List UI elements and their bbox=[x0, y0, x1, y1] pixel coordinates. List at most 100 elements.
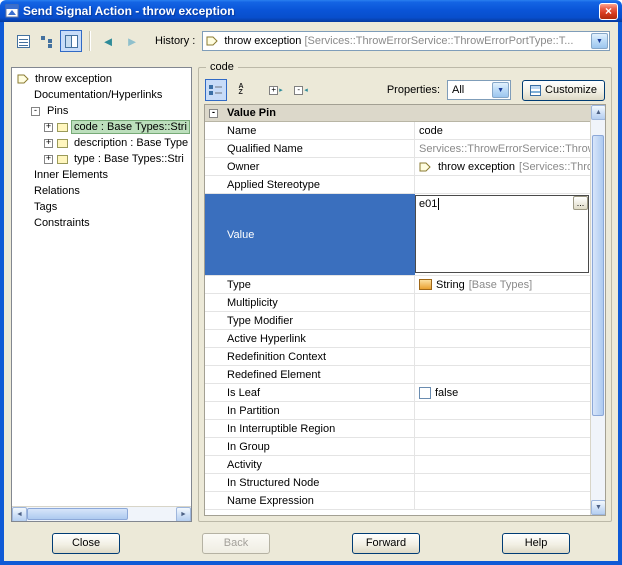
prop-row-qualified-name: Qualified Name Services::ThrowErrorServi… bbox=[205, 140, 590, 158]
activity-value-cell[interactable] bbox=[415, 456, 590, 473]
prop-row-active-hyperlink: Active Hyperlink bbox=[205, 330, 590, 348]
tree-item-code-pin[interactable]: code : Base Types::Stri bbox=[12, 119, 191, 135]
history-dropdown-button[interactable]: ▼ bbox=[591, 33, 608, 49]
pin-icon bbox=[57, 123, 68, 132]
chevron-down-icon: ▼ bbox=[596, 38, 603, 45]
back-arrow-icon: ◄ bbox=[102, 34, 115, 49]
prop-row-in-structured-node: In Structured Node bbox=[205, 474, 590, 492]
tree-item-documentation[interactable]: Documentation/Hyperlinks bbox=[12, 87, 191, 103]
owner-value-cell[interactable]: throw exception [Services::Thro... bbox=[415, 158, 590, 175]
in-group-value-cell[interactable] bbox=[415, 438, 590, 455]
value-cell[interactable]: e01 ... bbox=[415, 194, 590, 275]
history-value: throw exception [Services::ThrowErrorSer… bbox=[224, 35, 573, 47]
value-ellipsis-button[interactable]: ... bbox=[573, 196, 588, 210]
tree-view-icon bbox=[41, 35, 54, 48]
type-value-cell[interactable]: String [Base Types] bbox=[415, 276, 590, 293]
type-modifier-value-cell[interactable] bbox=[415, 312, 590, 329]
scrollbar-thumb[interactable] bbox=[27, 508, 128, 520]
properties-dropdown-button[interactable]: ▼ bbox=[492, 82, 509, 98]
prop-row-activity: Activity bbox=[205, 456, 590, 474]
window-icon bbox=[5, 4, 19, 18]
collapse-icon[interactable] bbox=[209, 109, 218, 118]
element-tree: throw exception Documentation/Hyperlinks… bbox=[12, 68, 191, 231]
history-combobox[interactable]: throw exception [Services::ThrowErrorSer… bbox=[202, 31, 610, 51]
value-editor[interactable]: e01 bbox=[415, 195, 589, 273]
qualified-name-value-cell[interactable]: Services::ThrowErrorService::Throw... bbox=[415, 140, 590, 157]
send-signal-action-icon bbox=[17, 74, 29, 84]
prop-row-is-leaf: Is Leaf false bbox=[205, 384, 590, 402]
tree-item-type-pin[interactable]: type : Base Types::Stri bbox=[12, 151, 191, 167]
prop-row-name-expression: Name Expression bbox=[205, 492, 590, 510]
section-header-value-pin[interactable]: Value Pin bbox=[205, 105, 590, 122]
prop-row-applied-stereotype: Applied Stereotype bbox=[205, 176, 590, 194]
help-button[interactable]: Help bbox=[502, 533, 570, 554]
dialog-content: ◄ ► History : throw exception [Services:… bbox=[0, 22, 622, 565]
in-partition-value-cell[interactable] bbox=[415, 402, 590, 419]
tree-view-button[interactable] bbox=[36, 30, 58, 52]
tree-item-description-pin[interactable]: description : Base Type bbox=[12, 135, 191, 151]
properties-filter-combobox[interactable]: All ▼ bbox=[447, 80, 511, 100]
properties-label: Properties: bbox=[387, 84, 440, 96]
scroll-down-icon[interactable]: ▼ bbox=[591, 500, 606, 515]
properties-toolbar: ▸ ◂ Properties: All ▼ Customize bbox=[204, 76, 606, 104]
button-bar: Close Back Forward Help bbox=[4, 525, 618, 561]
prop-row-owner: Owner throw exception [Services::Thro... bbox=[205, 158, 590, 176]
scrollbar-thumb[interactable] bbox=[592, 135, 604, 416]
scroll-up-icon[interactable]: ▲ bbox=[591, 105, 606, 120]
scroll-right-icon[interactable]: ► bbox=[176, 507, 191, 522]
prop-row-type-modifier: Type Modifier bbox=[205, 312, 590, 330]
scroll-left-icon[interactable]: ◄ bbox=[12, 507, 27, 522]
chevron-down-icon: ▼ bbox=[497, 87, 504, 94]
expand-all-button[interactable]: ▸ bbox=[265, 79, 287, 101]
is-leaf-value-cell[interactable]: false bbox=[415, 384, 590, 401]
in-structured-node-value-cell[interactable] bbox=[415, 474, 590, 491]
form-view-button[interactable] bbox=[12, 30, 34, 52]
table-vertical-scrollbar[interactable]: ▲ ▼ bbox=[590, 105, 605, 515]
forward-history-button[interactable]: ► bbox=[121, 30, 143, 52]
expand-icon[interactable] bbox=[44, 139, 53, 148]
redefined-element-value-cell[interactable] bbox=[415, 366, 590, 383]
close-button[interactable]: Close bbox=[52, 533, 120, 554]
expand-icon[interactable] bbox=[44, 155, 53, 164]
datatype-icon bbox=[419, 279, 432, 290]
title-bar[interactable]: Send Signal Action - throw exception × bbox=[0, 0, 622, 22]
expand-icon[interactable] bbox=[44, 123, 53, 132]
send-signal-action-icon bbox=[206, 36, 218, 46]
split-view-button[interactable] bbox=[60, 30, 82, 52]
forward-button[interactable]: Forward bbox=[352, 533, 420, 554]
tree-item-tags[interactable]: Tags bbox=[12, 199, 191, 215]
name-value-cell[interactable]: code bbox=[415, 122, 590, 139]
close-icon[interactable]: × bbox=[599, 3, 618, 20]
prop-row-in-interruptible-region: In Interruptible Region bbox=[205, 420, 590, 438]
pin-icon bbox=[57, 155, 68, 164]
sort-alphabetical-icon bbox=[238, 84, 243, 96]
toolbar-separator bbox=[89, 31, 90, 51]
tree-item-constraints[interactable]: Constraints bbox=[12, 215, 191, 231]
prop-row-multiplicity: Multiplicity bbox=[205, 294, 590, 312]
sort-alphabetically-button[interactable] bbox=[230, 79, 252, 101]
applied-stereotype-value-cell[interactable] bbox=[415, 176, 590, 193]
tree-item-throw-exception[interactable]: throw exception bbox=[12, 71, 191, 87]
in-interruptible-region-value-cell[interactable] bbox=[415, 420, 590, 437]
send-signal-action-icon bbox=[419, 162, 431, 172]
redefinition-context-value-cell[interactable] bbox=[415, 348, 590, 365]
tree-horizontal-scrollbar[interactable]: ◄ ► bbox=[12, 506, 191, 521]
element-tree-panel: throw exception Documentation/Hyperlinks… bbox=[11, 67, 192, 522]
code-group-box: code ▸ ◂ Properties: All ▼ Customize bbox=[198, 67, 612, 522]
tree-item-inner-elements[interactable]: Inner Elements bbox=[12, 167, 191, 183]
multiplicity-value-cell[interactable] bbox=[415, 294, 590, 311]
form-view-icon bbox=[17, 35, 30, 48]
back-history-button[interactable]: ◄ bbox=[97, 30, 119, 52]
tree-item-pins[interactable]: Pins bbox=[12, 103, 191, 119]
customize-button[interactable]: Customize bbox=[522, 80, 605, 101]
tree-item-relations[interactable]: Relations bbox=[12, 183, 191, 199]
active-hyperlink-value-cell[interactable] bbox=[415, 330, 590, 347]
is-leaf-checkbox[interactable] bbox=[419, 387, 431, 399]
categorized-view-button[interactable] bbox=[205, 79, 227, 101]
name-expression-value-cell[interactable] bbox=[415, 492, 590, 509]
prop-row-type: Type String [Base Types] bbox=[205, 276, 590, 294]
history-label: History : bbox=[155, 35, 195, 47]
properties-table: Value Pin Name code Qualified Name Servi… bbox=[205, 105, 590, 515]
collapse-icon[interactable] bbox=[31, 107, 40, 116]
collapse-all-button[interactable]: ◂ bbox=[290, 79, 312, 101]
